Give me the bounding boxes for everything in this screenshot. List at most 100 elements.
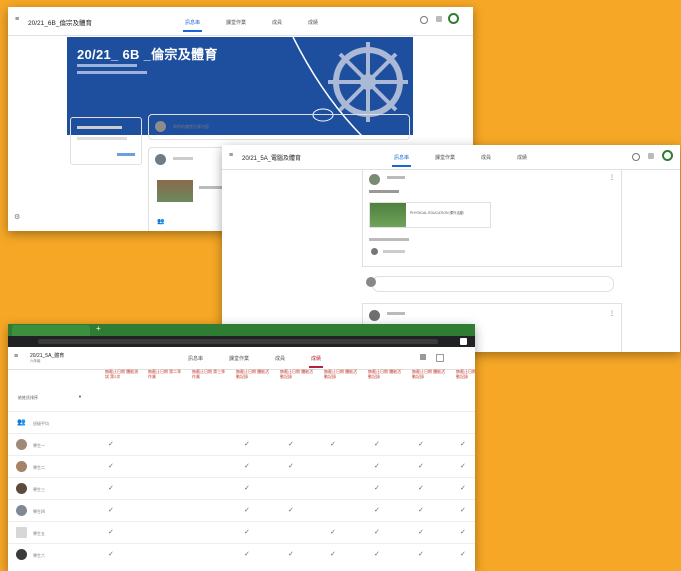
grade-cell[interactable]: ✓ — [244, 462, 250, 470]
table-row[interactable]: 學生二 ✓ ✓ ✓ ✓ ✓ ✓ — [8, 455, 475, 478]
assignment-header[interactable]: 無截止日期 體能測試 第2次 — [105, 369, 139, 379]
attachment-thumbnail — [370, 203, 406, 227]
assignment-header[interactable]: 無截止日期 體能活動記錄 — [324, 369, 358, 379]
assignment-header[interactable]: 無截止日期 體能活動記錄 — [236, 369, 270, 379]
grade-cell[interactable]: ✓ — [418, 462, 424, 470]
table-row[interactable]: 學生三 ✓ ✓ ✓ ✓ ✓ — [8, 477, 475, 500]
grade-cell[interactable]: ✓ — [288, 550, 294, 558]
menu-icon[interactable]: ≡ — [229, 152, 233, 159]
grade-cell[interactable]: ✓ — [460, 462, 466, 470]
chevron-down-icon[interactable]: ▼ — [78, 394, 82, 399]
grade-cell[interactable]: ✓ — [374, 550, 380, 558]
table-row[interactable]: 學生五 ✓ ✓ ✓ ✓ ✓ ✓ — [8, 521, 475, 544]
class-title[interactable]: 20/21_6B_倫宗及體育 — [28, 17, 92, 27]
table-row[interactable]: 學生四 ✓ ✓ ✓ ✓ ✓ ✓ — [8, 499, 475, 522]
app-bar: ≡ 20/21_5A_體育 六年級 訊息串 課堂作業 成員 成績 — [8, 347, 475, 370]
settings-icon[interactable] — [420, 354, 426, 360]
assignment-header[interactable]: 無截止日期 體能活動記錄 — [412, 369, 446, 379]
menu-icon[interactable]: ≡ — [14, 353, 18, 360]
grade-cell[interactable]: ✓ — [330, 550, 336, 558]
assignment-header[interactable]: 無截止日期 體能活動記錄 — [368, 369, 402, 379]
grade-cell[interactable]: ✓ — [244, 550, 250, 558]
grade-cell[interactable]: ✓ — [108, 440, 114, 448]
browser-tab[interactable] — [12, 325, 90, 336]
tab-grades[interactable]: 成績 — [515, 145, 529, 167]
grade-cell[interactable]: ✓ — [330, 440, 336, 448]
avatar[interactable] — [448, 13, 459, 24]
apps-icon[interactable] — [436, 16, 442, 22]
attachment-card[interactable]: PHYSICAL EDUCATION 課外活動 — [369, 202, 491, 228]
assignment-header[interactable]: 無截止日期 體能活動記錄 — [280, 369, 314, 379]
grade-cell[interactable]: ✓ — [418, 550, 424, 558]
class-title[interactable]: 20/21_5A_體育 — [30, 352, 64, 359]
tab-stream[interactable]: 訊息串 — [186, 347, 205, 368]
new-tab-icon[interactable]: + — [96, 324, 101, 333]
grade-cell[interactable]: ✓ — [418, 484, 424, 492]
apps-icon[interactable] — [648, 153, 654, 159]
class-average-label: 班級平均 — [33, 421, 49, 426]
grade-cell[interactable]: ✓ — [374, 440, 380, 448]
more-icon[interactable]: ⋮ — [609, 310, 615, 317]
grade-cell[interactable]: ✓ — [374, 506, 380, 514]
tab-people[interactable]: 成員 — [270, 7, 284, 32]
assignment-header[interactable]: 無截止日期 第二季 作業 — [148, 369, 182, 379]
sort-dropdown[interactable]: 依姓氏排序 — [18, 395, 38, 401]
tab-grades[interactable]: 成績 — [309, 347, 324, 368]
assignment-header[interactable]: 無截止日期 體能活動記錄 — [456, 369, 475, 379]
menu-icon[interactable]: ≡ — [15, 16, 19, 23]
avatar[interactable] — [662, 150, 673, 161]
grade-cell[interactable]: ✓ — [460, 550, 466, 558]
grade-cell[interactable]: ✓ — [330, 528, 336, 536]
grade-cell[interactable]: ✓ — [108, 462, 114, 470]
table-row[interactable]: 學生六 ✓ ✓ ✓ ✓ ✓ ✓ ✓ — [8, 543, 475, 566]
comment-icon[interactable]: 👥 — [157, 218, 164, 225]
grade-cell[interactable]: ✓ — [460, 528, 466, 536]
grade-cell[interactable]: ✓ — [108, 528, 114, 536]
class-title[interactable]: 20/21_5A_電腦及體育 — [242, 153, 301, 162]
grade-cell[interactable]: ✓ — [418, 506, 424, 514]
grade-cell[interactable]: ✓ — [108, 506, 114, 514]
grade-cell[interactable]: ✓ — [244, 484, 250, 492]
profile-icon[interactable] — [460, 338, 467, 345]
url-field[interactable] — [38, 339, 438, 344]
tab-classwork[interactable]: 課堂作業 — [433, 145, 457, 167]
grade-cell[interactable]: ✓ — [288, 440, 294, 448]
post-card: PHYSICAL EDUCATION 課外活動 ⋮ — [362, 169, 622, 267]
grade-cell[interactable]: ✓ — [418, 528, 424, 536]
apps-icon[interactable] — [436, 354, 444, 362]
tab-classwork[interactable]: 課堂作業 — [227, 347, 251, 368]
tab-classwork[interactable]: 課堂作業 — [224, 7, 248, 32]
app-bar: ≡ 20/21_6B_倫宗及體育 訊息串 課堂作業 成員 成績 — [8, 7, 473, 36]
more-icon[interactable]: ⋮ — [609, 174, 615, 181]
grade-cell[interactable]: ✓ — [244, 528, 250, 536]
attachment-thumbnail[interactable] — [157, 180, 193, 202]
tab-people[interactable]: 成員 — [273, 347, 287, 368]
announce-box[interactable]: 與你的課堂分享內容 — [148, 114, 410, 140]
grade-cell[interactable]: ✓ — [108, 550, 114, 558]
avatar — [369, 174, 380, 185]
help-icon[interactable]: ⚙ — [14, 213, 20, 221]
grade-cell[interactable]: ✓ — [374, 484, 380, 492]
grade-cell[interactable]: ✓ — [288, 506, 294, 514]
tab-people[interactable]: 成員 — [479, 145, 493, 167]
tab-stream[interactable]: 訊息串 — [183, 7, 203, 32]
assignment-header[interactable]: 無截止日期 第三季 作業 — [192, 369, 226, 379]
tab-grades[interactable]: 成績 — [306, 7, 320, 32]
grade-cell[interactable]: ✓ — [418, 440, 424, 448]
grade-cell[interactable]: ✓ — [244, 506, 250, 514]
settings-icon[interactable] — [420, 16, 428, 24]
avatar — [155, 154, 166, 165]
grade-cell[interactable]: ✓ — [374, 528, 380, 536]
comment-input[interactable] — [372, 276, 614, 292]
grade-cell[interactable]: ✓ — [460, 506, 466, 514]
settings-icon[interactable] — [632, 153, 640, 161]
grade-cell[interactable]: ✓ — [108, 484, 114, 492]
grade-cell[interactable]: ✓ — [288, 462, 294, 470]
grade-cell[interactable]: ✓ — [374, 462, 380, 470]
upcoming-box — [70, 117, 142, 165]
table-row[interactable]: 學生一 ✓ ✓ ✓ ✓ ✓ ✓ ✓ — [8, 433, 475, 456]
tab-stream[interactable]: 訊息串 — [392, 145, 412, 167]
grade-cell[interactable]: ✓ — [460, 484, 466, 492]
grade-cell[interactable]: ✓ — [460, 440, 466, 448]
grade-cell[interactable]: ✓ — [244, 440, 250, 448]
